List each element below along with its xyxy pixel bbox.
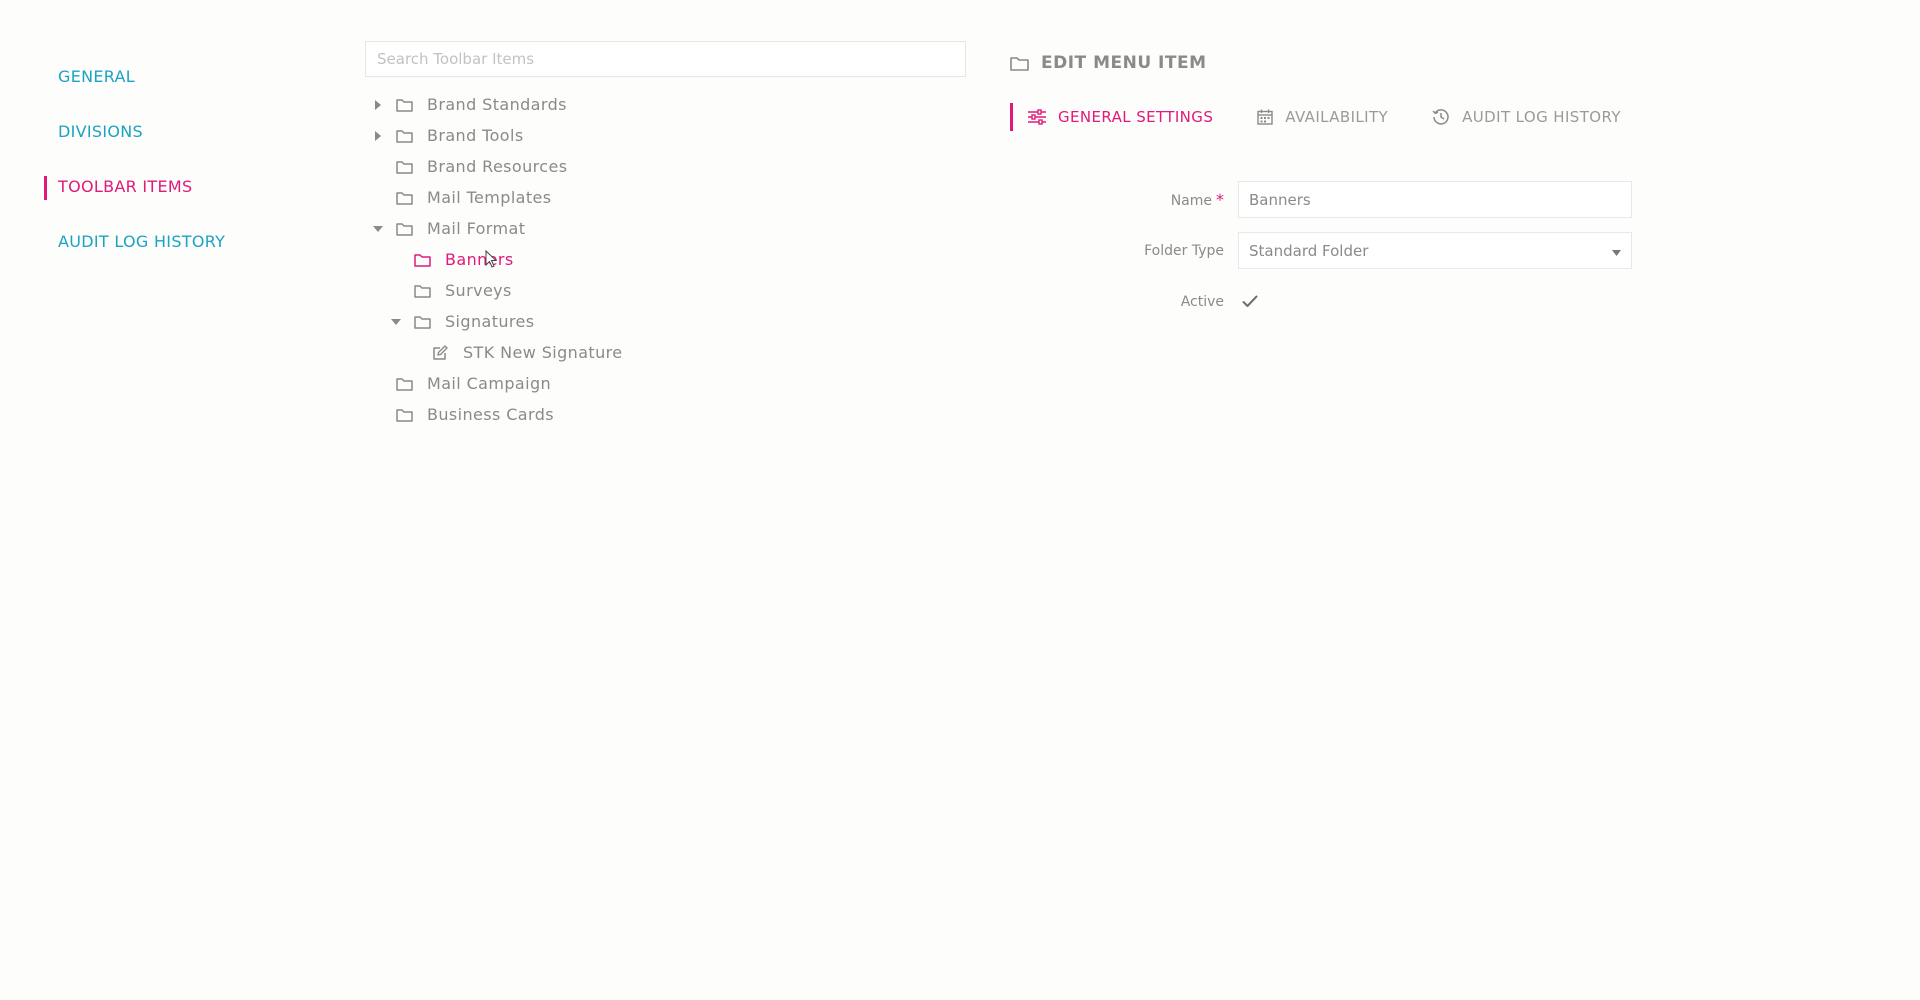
name-input[interactable]	[1238, 181, 1632, 218]
tree-item-label: Surveys	[445, 281, 512, 300]
form-row-folder-type: Folder Type Standard Folder	[1010, 225, 1670, 276]
tree-item-stk-new-signature[interactable]: STK New Signature	[365, 337, 966, 368]
folder-icon	[395, 406, 413, 424]
folder-type-label: Folder Type	[1144, 242, 1224, 259]
check-icon	[1242, 295, 1258, 307]
nav-item-toolbar-items[interactable]: TOOLBAR ITEMS	[44, 166, 304, 221]
caret-down-icon	[1612, 242, 1621, 260]
left-nav: GENERAL DIVISIONS TOOLBAR ITEMS AUDIT LO…	[44, 56, 304, 276]
folder-icon	[395, 96, 413, 114]
name-label: Name *	[1170, 190, 1224, 209]
tree-item-mail-campaign[interactable]: Mail Campaign	[365, 368, 966, 399]
tree-item-label: Brand Tools	[427, 126, 524, 145]
folder-icon	[395, 375, 413, 393]
tree-item-label: Mail Campaign	[427, 374, 552, 393]
tab-availability[interactable]: AVAILABILITY	[1257, 102, 1388, 132]
caret-down-icon[interactable]	[387, 313, 405, 331]
tree-item-signatures[interactable]: Signatures	[365, 306, 966, 337]
sliders-icon	[1028, 109, 1046, 125]
folder-icon	[1010, 56, 1029, 71]
folder-icon	[413, 313, 431, 331]
tree-item-label: STK New Signature	[463, 343, 623, 362]
edit-menu-item-panel: EDIT MENU ITEM GENERAL SETTINGS AVAILABI…	[1010, 50, 1670, 327]
tree-item-label: Mail Templates	[427, 188, 552, 207]
tab-label: AUDIT LOG HISTORY	[1462, 108, 1621, 126]
tab-label: AVAILABILITY	[1285, 108, 1389, 126]
general-settings-form: Name* Folder Type Standard Folder Active	[1010, 174, 1670, 327]
toolbar-tree-panel: Brand Standards Brand Tools Brand Resour…	[365, 41, 966, 430]
form-row-active: Active	[1010, 276, 1670, 327]
panel-title: EDIT MENU ITEM	[1010, 50, 1670, 76]
tab-bar: GENERAL SETTINGS AVAILABILITY AUDIT LOG …	[1010, 102, 1670, 132]
folder-icon	[395, 220, 413, 238]
tree-item-brand-standards[interactable]: Brand Standards	[365, 89, 966, 120]
tree-item-mail-templates[interactable]: Mail Templates	[365, 182, 966, 213]
folder-type-value: Standard Folder	[1249, 241, 1369, 260]
folder-icon	[413, 251, 431, 269]
tree-item-label: Brand Resources	[427, 157, 568, 176]
required-mark: *	[1216, 190, 1224, 209]
tree-item-label: Mail Format	[427, 219, 526, 238]
tree-item-surveys[interactable]: Surveys	[365, 275, 966, 306]
folder-icon	[395, 158, 413, 176]
history-icon	[1432, 108, 1450, 126]
tree-item-mail-format[interactable]: Mail Format	[365, 213, 966, 244]
tree-item-brand-tools[interactable]: Brand Tools	[365, 120, 966, 151]
caret-down-icon[interactable]	[369, 220, 387, 238]
folder-type-select[interactable]: Standard Folder	[1238, 232, 1632, 269]
folder-icon	[413, 282, 431, 300]
tab-general-settings[interactable]: GENERAL SETTINGS	[1010, 102, 1213, 132]
tree-item-label: Banners	[445, 250, 514, 269]
tree-item-label: Brand Standards	[427, 95, 567, 114]
search-toolbar-items-input[interactable]	[365, 41, 966, 77]
folder-icon	[395, 189, 413, 207]
nav-item-divisions[interactable]: DIVISIONS	[44, 111, 304, 166]
tree-item-brand-resources[interactable]: Brand Resources	[365, 151, 966, 182]
caret-right-icon[interactable]	[369, 96, 387, 114]
tab-label: GENERAL SETTINGS	[1058, 108, 1214, 126]
active-label: Active	[1180, 293, 1224, 310]
tree-item-business-cards[interactable]: Business Cards	[365, 399, 966, 430]
panel-title-text: EDIT MENU ITEM	[1041, 53, 1207, 73]
calendar-icon	[1257, 109, 1273, 125]
caret-right-icon[interactable]	[369, 127, 387, 145]
tree-item-banners[interactable]: Banners	[365, 244, 966, 275]
active-checkbox[interactable]	[1238, 290, 1262, 314]
nav-item-general[interactable]: GENERAL	[44, 56, 304, 111]
folder-icon	[395, 127, 413, 145]
tree-item-label: Business Cards	[427, 405, 555, 424]
toolbar-tree: Brand Standards Brand Tools Brand Resour…	[365, 89, 966, 430]
nav-item-audit-log-history[interactable]: AUDIT LOG HISTORY	[44, 221, 304, 276]
edit-icon	[431, 344, 449, 362]
form-row-name: Name *	[1010, 174, 1670, 225]
mouse-cursor-icon	[485, 249, 498, 272]
tab-audit-log-history[interactable]: AUDIT LOG HISTORY	[1432, 102, 1621, 132]
tree-item-label: Signatures	[445, 312, 535, 331]
